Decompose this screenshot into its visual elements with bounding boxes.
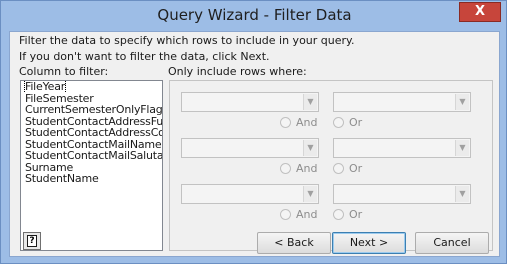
column-name: Surname — [25, 161, 74, 173]
operator-dropdown-3[interactable]: ▼ — [181, 184, 319, 204]
chevron-down-icon: ▼ — [455, 140, 469, 156]
next-button[interactable]: Next > — [332, 232, 406, 254]
operator-dropdown-2[interactable]: ▼ — [181, 138, 319, 158]
and-label-1: And — [296, 116, 318, 129]
column-name: FileSemester — [25, 92, 94, 104]
operator-dropdown-1[interactable]: ▼ — [181, 92, 319, 112]
list-item[interactable]: StudentContactMailName — [21, 139, 162, 151]
or-label-2: Or — [349, 162, 363, 175]
window-title: Query Wizard - Filter Data — [157, 6, 352, 24]
chevron-down-icon: ▼ — [303, 140, 317, 156]
value-dropdown-1[interactable]: ▼ — [333, 92, 471, 112]
dialog-body: Filter the data to specify which rows to… — [9, 31, 500, 257]
chevron-down-icon: ▼ — [303, 186, 317, 202]
list-item[interactable]: StudentName — [21, 173, 162, 185]
back-button[interactable]: < Back — [257, 232, 331, 254]
list-item[interactable]: FileSemester — [21, 93, 162, 105]
query-wizard-window: Query Wizard - Filter Data X Filter the … — [0, 0, 507, 264]
value-dropdown-3[interactable]: ▼ — [333, 184, 471, 204]
cancel-button[interactable]: Cancel — [415, 232, 489, 254]
list-item[interactable]: Surname — [21, 162, 162, 174]
or-radio-1[interactable] — [333, 117, 344, 128]
and-radio-2[interactable] — [280, 163, 291, 174]
column-name: StudentContactAddressCo — [25, 127, 162, 139]
and-radio-3[interactable] — [280, 209, 291, 220]
column-list[interactable]: FileYear FileSemester CurrentSemesterOnl… — [20, 80, 163, 251]
column-name: StudentContactMailSalutat — [25, 150, 162, 162]
and-radio-1[interactable] — [280, 117, 291, 128]
instruction-line-1: Filter the data to specify which rows to… — [19, 34, 355, 47]
list-item[interactable]: StudentContactMailSalutat — [21, 150, 162, 162]
or-radio-3[interactable] — [333, 209, 344, 220]
or-label-1: Or — [349, 116, 363, 129]
help-button[interactable]: ? — [23, 232, 41, 250]
column-name: StudentContactMailName — [25, 138, 162, 150]
list-item[interactable]: StudentContactAddressCo — [21, 127, 162, 139]
chevron-down-icon: ▼ — [455, 94, 469, 110]
column-name: StudentContactAddressFul — [25, 115, 162, 127]
only-include-rows-label: Only include rows where: — [168, 65, 307, 78]
filter-conditions-group: ▼ ▼ And Or ▼ ▼ And Or ▼ ▼ And Or — [169, 80, 493, 251]
list-item[interactable]: CurrentSemesterOnlyFlag — [21, 104, 162, 116]
chevron-down-icon: ▼ — [303, 94, 317, 110]
instruction-line-2: If you don't want to filter the data, cl… — [19, 50, 270, 63]
help-icon: ? — [27, 235, 37, 247]
value-dropdown-2[interactable]: ▼ — [333, 138, 471, 158]
or-label-3: Or — [349, 208, 363, 221]
close-button[interactable]: X — [459, 2, 501, 22]
and-label-2: And — [296, 162, 318, 175]
list-item[interactable]: FileYear — [21, 81, 162, 93]
column-to-filter-label: Column to filter: — [19, 65, 109, 78]
list-item[interactable]: StudentContactAddressFul — [21, 116, 162, 128]
column-name: StudentName — [25, 173, 99, 185]
or-radio-2[interactable] — [333, 163, 344, 174]
and-label-3: And — [296, 208, 318, 221]
column-name: FileYear — [23, 81, 67, 93]
chevron-down-icon: ▼ — [455, 186, 469, 202]
column-name: CurrentSemesterOnlyFlag — [25, 104, 162, 116]
